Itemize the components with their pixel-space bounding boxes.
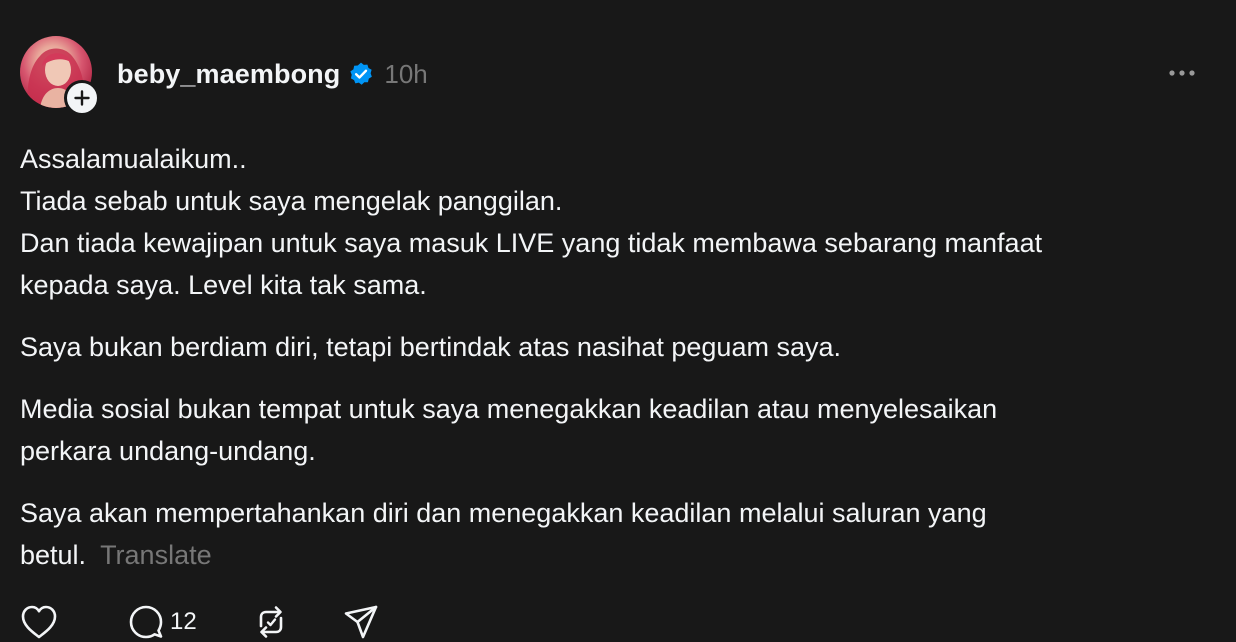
post-text-line: Saya akan mempertahankan diri dan menega… (20, 498, 987, 528)
reply-count: 12 (170, 608, 197, 635)
post-text-line: kepada saya. Level kita tak sama. (20, 270, 427, 300)
plus-icon (74, 90, 90, 106)
repost-icon (259, 606, 283, 638)
post-text-line: Assalamualaikum.. (20, 144, 247, 174)
heart-icon (21, 605, 57, 639)
thread-post: beby_maembong 10h Assalamualaikum.. Tiad… (0, 0, 1236, 642)
post-timestamp[interactable]: 10h (384, 59, 427, 90)
post-text-line: perkara undang-undang. (20, 436, 316, 466)
translate-link[interactable]: Translate (100, 540, 212, 570)
more-options-icon (1169, 70, 1195, 76)
like-button[interactable] (20, 604, 60, 640)
reply-button[interactable]: 12 (128, 604, 197, 640)
verified-badge-icon (348, 61, 374, 87)
post-paragraph: Saya akan mempertahankan diri dan menega… (20, 492, 1210, 576)
share-button[interactable] (343, 604, 379, 640)
post-actions: 12 (20, 600, 379, 642)
follow-button[interactable] (64, 80, 100, 116)
post-text-line: Saya bukan berdiam diri, tetapi bertinda… (20, 332, 841, 362)
post-paragraph: Saya bukan berdiam diri, tetapi bertinda… (20, 326, 1210, 368)
send-icon (344, 605, 378, 639)
post-header: beby_maembong 10h (117, 56, 428, 92)
comment-icon (129, 605, 163, 639)
post-text-line: Media sosial bukan tempat untuk saya men… (20, 394, 998, 424)
repost-button[interactable] (253, 604, 289, 640)
post-paragraph: Assalamualaikum.. Tiada sebab untuk saya… (20, 138, 1210, 306)
post-body: Assalamualaikum.. Tiada sebab untuk saya… (20, 138, 1210, 596)
post-text-fragment: betul. (20, 540, 87, 570)
post-paragraph: Media sosial bukan tempat untuk saya men… (20, 388, 1210, 472)
more-options-button[interactable] (1162, 58, 1202, 88)
post-text-line: Tiada sebab untuk saya mengelak panggila… (20, 186, 563, 216)
username[interactable]: beby_maembong (117, 59, 340, 90)
post-text-line: Dan tiada kewajipan untuk saya masuk LIV… (20, 228, 1043, 258)
post-text-line: betul. Translate (20, 534, 1210, 576)
avatar-container[interactable] (20, 36, 100, 116)
